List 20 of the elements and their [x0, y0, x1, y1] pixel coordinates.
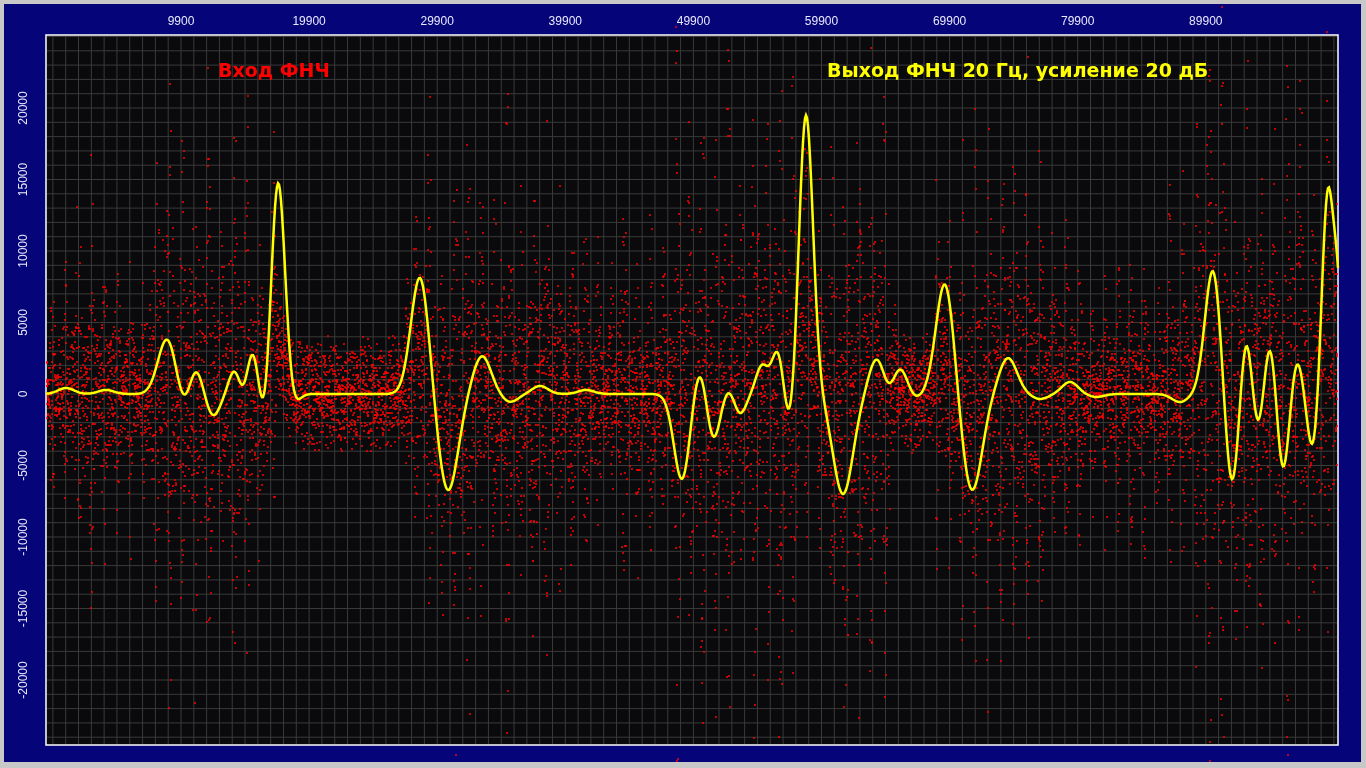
- axis-tick-label: -10000: [16, 518, 31, 556]
- axis-tick-label: 89900: [1189, 14, 1223, 28]
- axis-tick-label: 20000: [16, 91, 31, 125]
- axis-tick-label: -5000: [16, 450, 31, 481]
- axis-tick-label: 19900: [292, 14, 326, 28]
- axis-tick-label: -15000: [16, 589, 31, 628]
- series-label: Вход ФНЧ: [218, 59, 330, 81]
- axis-tick-label: 29900: [420, 14, 454, 28]
- axis-tick-label: -20000: [16, 661, 31, 699]
- axis-tick-label: 69900: [932, 14, 967, 28]
- axis-tick-label: 39900: [548, 14, 582, 28]
- axis-tick-label: 0: [16, 390, 31, 398]
- axis-tick-label: 10000: [16, 234, 31, 268]
- series-label: Выход ФНЧ 20 Гц, усиление 20 дБ: [827, 59, 1209, 81]
- axis-tick-label: 9900: [167, 14, 195, 28]
- axis-tick-label: 59900: [804, 14, 839, 28]
- axis-tick-label: 15000: [16, 162, 31, 197]
- axis-tick-label: 5000: [16, 309, 31, 336]
- axis-tick-label: 49900: [676, 14, 711, 28]
- axis-tick-label: 79900: [1061, 14, 1095, 28]
